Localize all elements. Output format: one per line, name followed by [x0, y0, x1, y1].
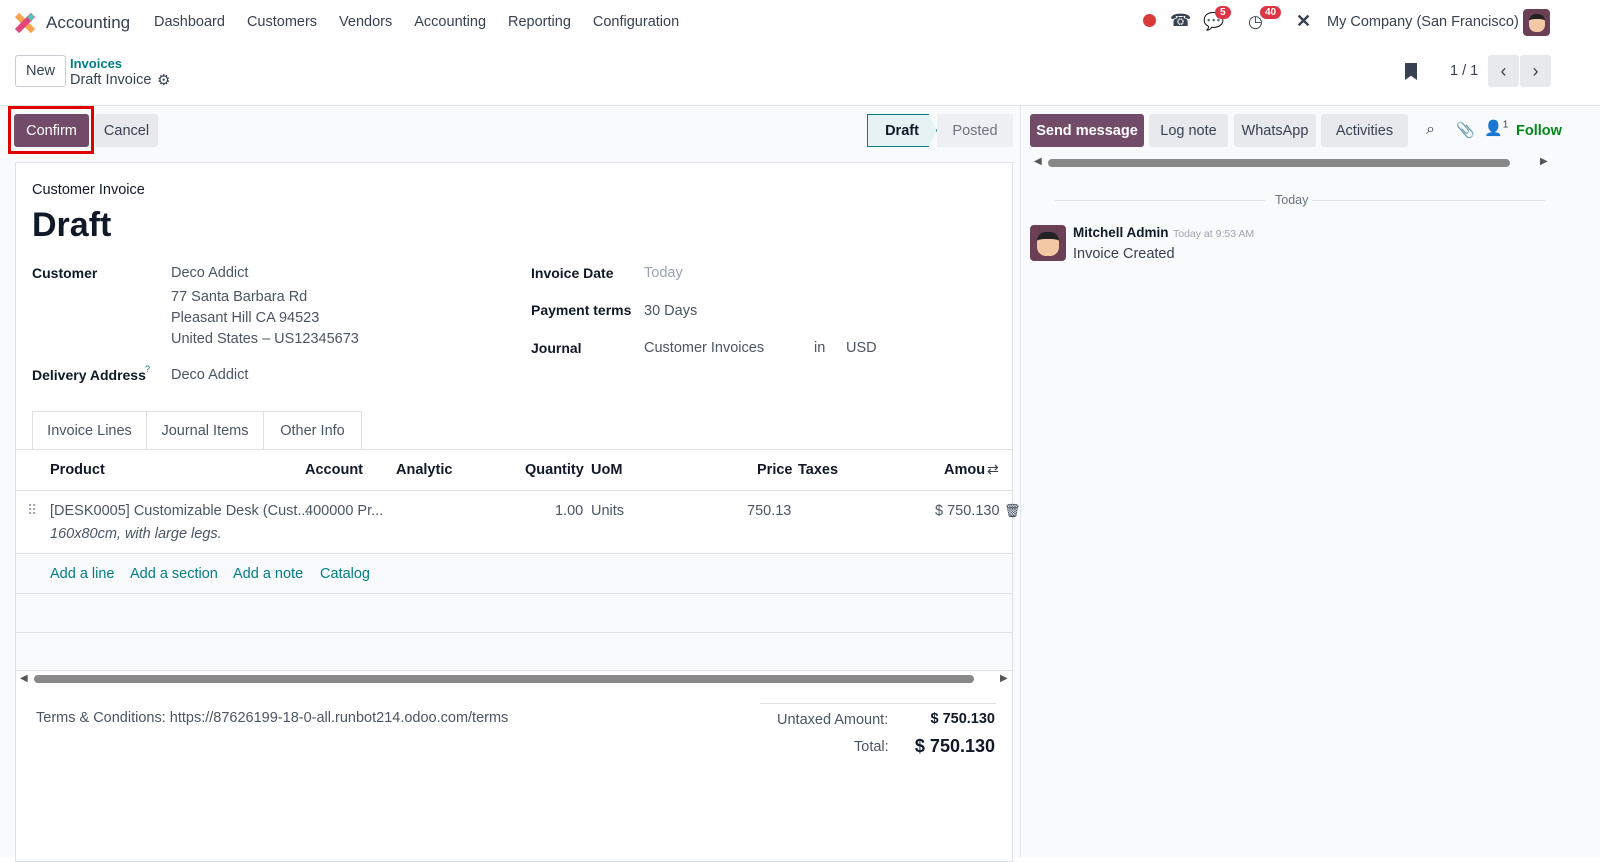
chevron-right-icon: › — [1532, 60, 1539, 81]
row-account[interactable]: 400000 Pr... — [305, 503, 383, 519]
page-title: Draft — [32, 206, 112, 244]
cancel-button[interactable]: Cancel — [95, 114, 158, 147]
address-line-3: United States – US12345673 — [171, 331, 359, 347]
odoo-apps-icon[interactable] — [14, 12, 36, 34]
person-icon: 👤 — [1484, 120, 1503, 137]
col-uom[interactable]: UoM — [591, 462, 622, 478]
address-line-1: 77 Santa Barbara Rd — [171, 289, 308, 305]
col-taxes[interactable]: Taxes — [798, 462, 838, 478]
pager-previous-button[interactable]: ‹ — [1488, 55, 1519, 87]
currency-field[interactable]: USD — [846, 340, 877, 356]
invoice-date-label: Invoice Date — [531, 265, 614, 281]
row-price[interactable]: 750.13 — [747, 503, 791, 519]
bookmark-icon[interactable] — [1405, 63, 1417, 80]
col-price[interactable]: Price — [757, 462, 792, 478]
messages-badge: 5 — [1215, 6, 1231, 19]
terms-and-conditions[interactable]: Terms & Conditions: https://87626199-18-… — [36, 710, 508, 726]
col-account[interactable]: Account — [305, 462, 363, 478]
delivery-address-label: Delivery Address — [32, 367, 146, 383]
catalog-link[interactable]: Catalog — [320, 566, 370, 582]
chatter-scrollbar[interactable]: ◀ ▶ — [1032, 155, 1552, 171]
followers-count: 1 — [1502, 119, 1509, 131]
log-note-button[interactable]: Log note — [1149, 114, 1228, 147]
add-section-link[interactable]: Add a section — [130, 566, 218, 582]
recording-indicator-icon[interactable] — [1143, 14, 1156, 27]
tools-icon[interactable]: ✕ — [1296, 11, 1311, 32]
breadcrumb-invoices[interactable]: Invoices — [70, 56, 122, 71]
add-line-link[interactable]: Add a line — [50, 566, 115, 582]
chatter — [1020, 106, 1600, 857]
menu-accounting[interactable]: Accounting — [414, 14, 486, 30]
message-body: Invoice Created — [1073, 246, 1175, 262]
activities-button[interactable]: ◷ 40 — [1248, 6, 1282, 32]
tab-journal-items[interactable]: Journal Items — [146, 411, 264, 450]
delivery-address-field[interactable]: Deco Addict — [171, 367, 248, 383]
optional-columns-icon[interactable]: ⇄ — [987, 461, 999, 478]
activities-button[interactable]: Activities — [1321, 114, 1408, 147]
row-product[interactable]: [DESK0005] Customizable Desk (Cust... — [50, 503, 310, 519]
status-posted[interactable]: Posted — [937, 114, 1013, 147]
date-separator: Today — [1275, 193, 1309, 207]
confirm-button[interactable]: Confirm — [14, 114, 89, 147]
col-amount[interactable]: Amou — [944, 462, 985, 478]
paperclip-icon[interactable]: 📎 — [1456, 121, 1475, 139]
user-avatar[interactable] — [1523, 9, 1550, 36]
row-uom[interactable]: Units — [591, 503, 624, 519]
add-note-link[interactable]: Add a note — [233, 566, 303, 582]
menu-vendors[interactable]: Vendors — [339, 14, 392, 30]
breadcrumb-current: Draft Invoice — [70, 72, 152, 88]
messages-button[interactable]: 💬 5 — [1203, 6, 1231, 32]
menu-configuration[interactable]: Configuration — [593, 14, 679, 30]
status-bar: Draft Posted — [867, 114, 1013, 147]
address-line-2: Pleasant Hill CA 94523 — [171, 310, 320, 326]
row-amount: $ 750.130 — [935, 503, 1000, 519]
tab-other-info[interactable]: Other Info — [263, 411, 362, 450]
company-switcher[interactable]: My Company (San Francisco) — [1327, 14, 1519, 30]
payment-terms-label: Payment terms — [531, 302, 632, 318]
payment-terms-field[interactable]: 30 Days — [644, 303, 697, 319]
total-label: Total: — [854, 739, 889, 755]
tab-invoice-lines[interactable]: Invoice Lines — [32, 411, 147, 450]
pager-value: 1 / 1 — [1450, 63, 1479, 79]
message-author-avatar[interactable] — [1030, 225, 1066, 261]
col-product[interactable]: Product — [50, 462, 105, 478]
journal-label: Journal — [531, 340, 582, 356]
follow-button[interactable]: Follow — [1516, 123, 1600, 139]
journal-field[interactable]: Customer Invoices — [644, 340, 764, 356]
row-quantity[interactable]: 1.00 — [555, 503, 583, 519]
journal-in-text: in — [814, 340, 826, 356]
drag-handle-icon[interactable]: ⠿ — [27, 502, 37, 519]
phone-icon[interactable]: ☎ — [1170, 11, 1191, 31]
new-button[interactable]: New — [15, 55, 66, 87]
top-navbar: Accounting Dashboard Customers Vendors A… — [0, 0, 1600, 45]
col-analytic[interactable]: Analytic — [396, 462, 452, 478]
row-description[interactable]: 160x80cm, with large legs. — [50, 526, 222, 542]
untaxed-label: Untaxed Amount: — [777, 712, 889, 728]
message-time: Today at 9:53 AM — [1173, 228, 1255, 240]
total-amount: $ 750.130 — [914, 736, 995, 756]
menu-customers[interactable]: Customers — [247, 14, 317, 30]
chevron-left-icon: ‹ — [1500, 60, 1507, 81]
untaxed-amount: $ 750.130 — [930, 711, 995, 727]
menu-reporting[interactable]: Reporting — [508, 14, 571, 30]
whatsapp-button[interactable]: WhatsApp — [1234, 114, 1316, 147]
customer-field[interactable]: Deco Addict — [171, 265, 248, 281]
help-tooltip[interactable]: ? — [145, 364, 150, 374]
search-icon[interactable]: ⌕ — [1426, 121, 1435, 139]
gear-icon[interactable]: ⚙ — [157, 71, 170, 89]
app-name[interactable]: Accounting — [46, 13, 130, 33]
menu-dashboard[interactable]: Dashboard — [154, 14, 225, 30]
send-message-button[interactable]: Send message — [1030, 114, 1144, 147]
customer-label: Customer — [32, 265, 98, 281]
delete-icon[interactable]: 🗑 — [1004, 503, 1021, 519]
followers-button[interactable]: 👤1 — [1484, 119, 1508, 137]
activities-badge: 40 — [1260, 6, 1282, 19]
message-author[interactable]: Mitchell Admin — [1073, 225, 1169, 240]
status-draft[interactable]: Draft — [867, 114, 937, 147]
col-quantity[interactable]: Quantity — [525, 462, 584, 478]
document-type: Customer Invoice — [32, 182, 145, 198]
table-horizontal-scrollbar[interactable]: ◀ ▶ — [16, 671, 1012, 688]
invoice-date-field[interactable]: Today — [644, 265, 683, 281]
pager-next-button[interactable]: › — [1520, 55, 1551, 87]
